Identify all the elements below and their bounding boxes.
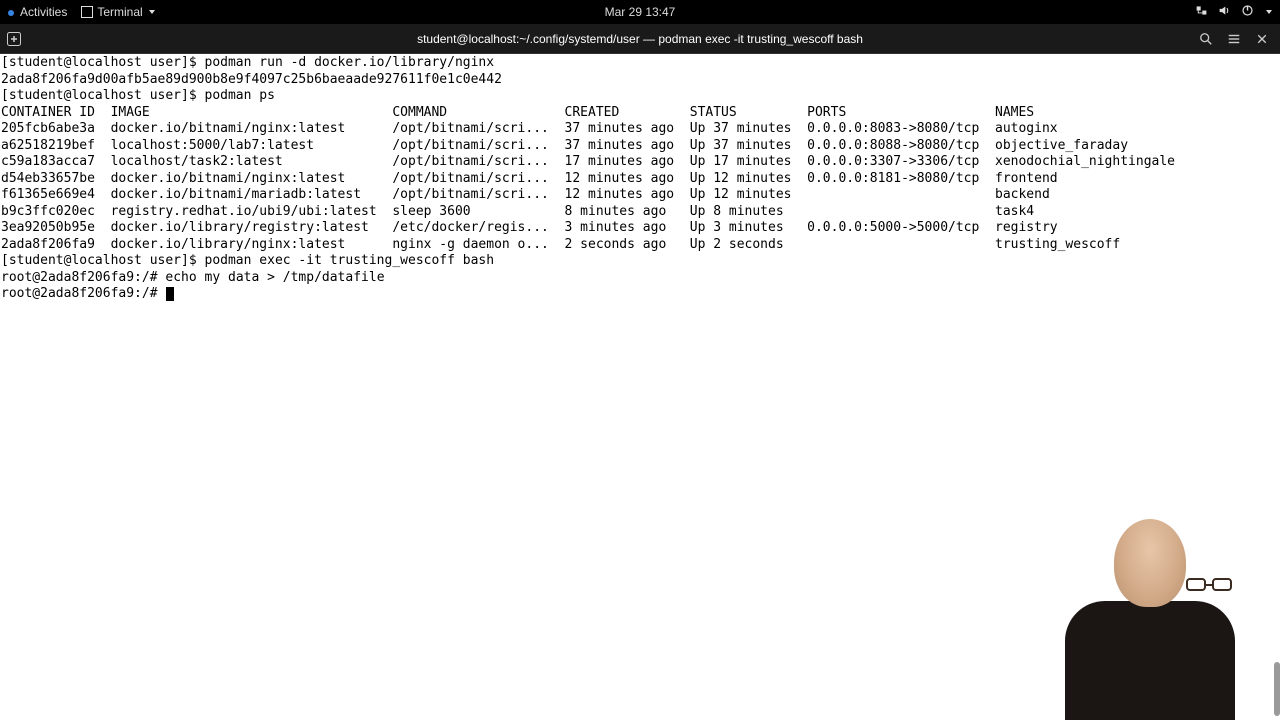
command-echo: echo my data > /tmp/datafile — [165, 270, 384, 285]
activities-label: Activities — [20, 5, 67, 19]
ps-output: CONTAINER ID IMAGE COMMAND CREATED STATU… — [1, 105, 1175, 252]
chevron-down-icon — [1266, 10, 1272, 14]
menu-button[interactable] — [1226, 31, 1242, 47]
scrollbar-thumb[interactable] — [1274, 662, 1280, 716]
volume-icon — [1218, 4, 1231, 20]
presenter-torso — [1065, 601, 1235, 720]
output-container-id: 2ada8f206fa9d00afb5ae89d900b8e9f4097c25b… — [1, 72, 502, 87]
prompt: [student@localhost user]$ — [1, 55, 205, 70]
prompt: [student@localhost user]$ — [1, 88, 205, 103]
activities-button[interactable]: Activities — [8, 5, 67, 19]
root-prompt: root@2ada8f206fa9:/# — [1, 286, 165, 301]
scrollbar[interactable] — [1272, 54, 1280, 720]
presenter-head — [1114, 519, 1186, 607]
cursor — [166, 287, 174, 301]
activities-indicator-icon — [8, 10, 14, 16]
window-title: student@localhost:~/.config/systemd/user… — [417, 32, 863, 46]
command-exec: podman exec -it trusting_wescoff bash — [205, 253, 495, 268]
search-button[interactable] — [1198, 31, 1214, 47]
gnome-topbar: Activities Terminal Mar 29 13:47 — [0, 0, 1280, 24]
command-run: podman run -d docker.io/library/nginx — [205, 55, 495, 70]
network-icon — [1195, 4, 1208, 20]
terminal-header: student@localhost:~/.config/systemd/user… — [0, 24, 1280, 54]
close-button[interactable] — [1254, 31, 1270, 47]
glasses-icon — [1124, 561, 1176, 575]
app-menu-label: Terminal — [97, 5, 142, 19]
new-tab-button[interactable] — [0, 31, 28, 47]
chevron-down-icon — [149, 10, 155, 14]
terminal-viewport[interactable]: [student@localhost user]$ podman run -d … — [0, 54, 1280, 720]
prompt: [student@localhost user]$ — [1, 253, 205, 268]
app-menu-terminal[interactable]: Terminal — [81, 5, 154, 19]
power-icon — [1241, 4, 1254, 20]
system-status-area[interactable] — [1195, 4, 1272, 20]
webcam-overlay — [1057, 505, 1242, 720]
command-ps: podman ps — [205, 88, 275, 103]
root-prompt: root@2ada8f206fa9:/# — [1, 270, 165, 285]
terminal-app-icon — [81, 6, 93, 18]
clock[interactable]: Mar 29 13:47 — [605, 5, 676, 19]
